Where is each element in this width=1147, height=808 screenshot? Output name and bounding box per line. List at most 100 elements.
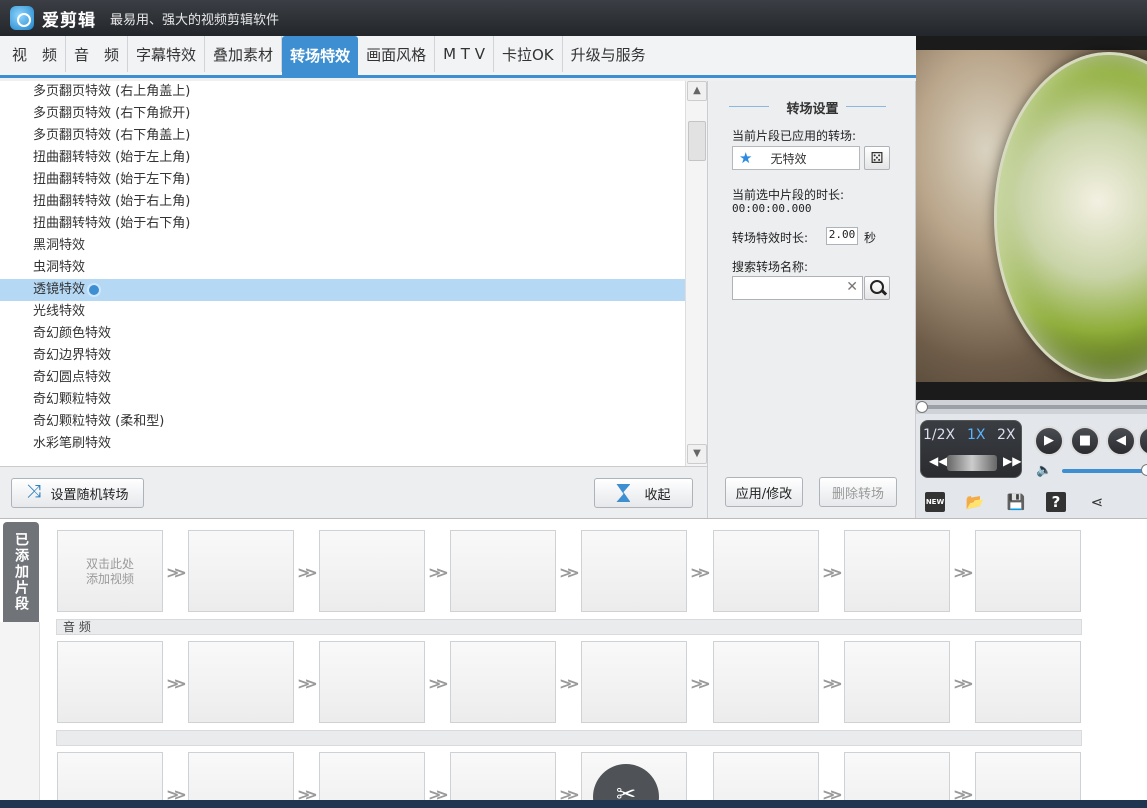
scroll-down-icon[interactable]: ▼ xyxy=(687,444,707,464)
tab-audio[interactable]: 音 频 xyxy=(66,36,129,72)
clip-slot[interactable] xyxy=(450,641,556,723)
tab-transition-effects[interactable]: 转场特效 xyxy=(282,36,359,75)
applied-transition-value: 无特效 xyxy=(770,151,807,166)
speed-half[interactable]: 1/2X xyxy=(923,427,955,443)
fast-forward-icon[interactable]: ▶▶ xyxy=(1003,454,1021,468)
effect-item[interactable]: 多页翻页特效 (右上角盖上) xyxy=(0,81,686,103)
progress-knob[interactable] xyxy=(916,401,928,413)
next-frame-button[interactable] xyxy=(1138,426,1147,456)
clip-slot[interactable] xyxy=(188,530,294,612)
rewind-icon[interactable]: ◀◀ xyxy=(929,454,947,468)
clip-slot[interactable] xyxy=(581,530,687,612)
random-transition-button[interactable]: 设置随机转场 xyxy=(11,478,144,508)
preview-top-edge xyxy=(916,36,1147,50)
new-project-icon[interactable]: NEW xyxy=(925,492,945,512)
effect-duration-label: 转场特效时长: xyxy=(732,231,809,245)
effect-item[interactable]: 多页翻页特效 (右下角掀开) xyxy=(0,103,686,125)
applied-transition-field: ★ 无特效 xyxy=(732,146,860,170)
chevron-right-icon: >> xyxy=(297,674,318,693)
effect-item[interactable]: 奇幻颜色特效 xyxy=(0,323,686,345)
add-video-hint-line1: 双击此处 xyxy=(85,557,134,571)
play-button[interactable]: ▶ xyxy=(1034,426,1064,456)
preview-cursor-icon xyxy=(87,282,102,297)
effect-item[interactable]: 水彩笔刷特效 xyxy=(0,433,686,455)
scroll-thumb[interactable] xyxy=(688,121,706,161)
tab-karaoke[interactable]: 卡拉OK xyxy=(494,36,563,72)
clip-duration-value: 00:00:00.000 xyxy=(732,202,812,215)
random-dice-button[interactable]: ⚄ xyxy=(864,146,890,170)
chevron-right-icon: >> xyxy=(559,674,580,693)
effect-item[interactable]: 多页翻页特效 (右下角盖上) xyxy=(0,125,686,147)
clip-slot-add[interactable]: 双击此处 添加视频 xyxy=(57,530,163,612)
open-folder-icon[interactable]: 📂 xyxy=(965,492,985,512)
effect-item[interactable]: 虫洞特效 xyxy=(0,257,686,279)
effect-item[interactable]: 奇幻颗粒特效 (柔和型) xyxy=(0,411,686,433)
effect-item[interactable]: 奇幻边界特效 xyxy=(0,345,686,367)
clip-duration-label: 当前选中片段的时长: xyxy=(732,188,845,202)
jog-wheel[interactable] xyxy=(947,455,997,471)
save-icon[interactable]: 💾 xyxy=(1006,492,1026,512)
speed-normal[interactable]: 1X xyxy=(967,427,986,443)
share-icon[interactable]: ⋖ xyxy=(1087,492,1107,512)
effect-item[interactable]: 扭曲翻转特效 (始于右下角) xyxy=(0,213,686,235)
tab-picture-style[interactable]: 画面风格 xyxy=(358,36,436,72)
tab-mtv[interactable]: M T V xyxy=(435,36,494,72)
tab-video[interactable]: 视 频 xyxy=(4,36,67,72)
volume-slider[interactable] xyxy=(1062,469,1147,473)
chevron-right-icon: >> xyxy=(953,563,974,582)
settings-title: 转场设置 xyxy=(709,98,916,117)
previous-frame-button[interactable]: ◀ xyxy=(1106,426,1136,456)
effect-item-selected[interactable]: 透镜特效 xyxy=(0,279,686,301)
effect-item[interactable]: 黑洞特效 xyxy=(0,235,686,257)
progress-track xyxy=(922,405,1147,409)
effect-item[interactable]: 扭曲翻转特效 (始于左下角) xyxy=(0,169,686,191)
clip-slot[interactable] xyxy=(319,530,425,612)
effect-item[interactable]: 扭曲翻转特效 (始于右上角) xyxy=(0,191,686,213)
delete-transition-button[interactable]: 删除转场 xyxy=(819,477,897,507)
tab-upgrade-service[interactable]: 升级与服务 xyxy=(563,36,654,72)
search-button[interactable] xyxy=(864,276,890,300)
clip-slot[interactable] xyxy=(713,641,819,723)
chevron-right-icon: >> xyxy=(690,674,711,693)
clip-slot[interactable] xyxy=(713,530,819,612)
effect-item[interactable]: 奇幻颗粒特效 xyxy=(0,389,686,411)
star-icon: ★ xyxy=(739,149,753,167)
clip-slot[interactable] xyxy=(450,530,556,612)
clip-slot[interactable] xyxy=(188,641,294,723)
chevron-right-icon: >> xyxy=(822,674,843,693)
clip-slot[interactable] xyxy=(975,641,1081,723)
playback-progress-bar[interactable] xyxy=(916,400,1147,414)
effect-item[interactable]: 光线特效 xyxy=(0,301,686,323)
effect-list-scrollbar[interactable]: ▲ ▼ xyxy=(685,81,707,466)
search-transition-input[interactable] xyxy=(733,277,841,299)
effect-duration-input[interactable]: 2.00 xyxy=(826,227,858,245)
clip-slot[interactable] xyxy=(975,530,1081,612)
app-name: 爱剪辑 xyxy=(42,10,96,31)
chevron-right-icon: >> xyxy=(822,563,843,582)
tab-subtitle-effects[interactable]: 字幕特效 xyxy=(128,36,206,72)
previous-frame-icon: ◀ xyxy=(1116,433,1126,448)
dice-icon: ⚄ xyxy=(870,149,884,167)
effect-item[interactable]: 扭曲翻转特效 (始于左上角) xyxy=(0,147,686,169)
stop-button[interactable]: ■ xyxy=(1070,426,1100,456)
video-preview[interactable] xyxy=(916,36,1147,400)
effect-item[interactable]: 奇幻圆点特效 xyxy=(0,367,686,389)
collapse-button[interactable]: 收起 xyxy=(594,478,693,508)
clip-slot[interactable] xyxy=(57,641,163,723)
volume-knob[interactable] xyxy=(1141,464,1147,476)
player-controls: 1/2X 1X 2X ◀◀ ▶▶ ▶ ■ ◀ 🔈 NEW 📂 💾 ? ⋖ xyxy=(916,414,1147,518)
help-icon[interactable]: ? xyxy=(1046,492,1066,512)
clip-slot[interactable] xyxy=(319,641,425,723)
clear-icon[interactable]: ✕ xyxy=(846,279,858,295)
tab-overlay-materials[interactable]: 叠加素材 xyxy=(205,36,283,72)
clip-slot[interactable] xyxy=(844,530,950,612)
clip-slot[interactable] xyxy=(844,641,950,723)
speed-double[interactable]: 2X xyxy=(997,427,1016,443)
clip-left-strip xyxy=(0,622,40,808)
volume-icon[interactable]: 🔈 xyxy=(1036,463,1052,478)
clip-slot[interactable] xyxy=(581,641,687,723)
chevron-right-icon: >> xyxy=(953,674,974,693)
stop-icon: ■ xyxy=(1078,433,1092,448)
scroll-up-icon[interactable]: ▲ xyxy=(687,81,707,101)
apply-modify-button[interactable]: 应用/修改 xyxy=(725,477,803,507)
